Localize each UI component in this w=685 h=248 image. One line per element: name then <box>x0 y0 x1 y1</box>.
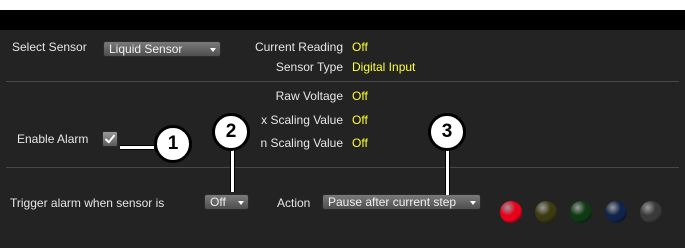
led-red-button[interactable] <box>500 201 522 223</box>
chevron-down-icon <box>470 201 476 205</box>
led-white-button[interactable] <box>640 201 662 223</box>
callout-2-connector <box>230 150 235 192</box>
n-scaling-value: Off <box>352 136 368 150</box>
callout-1-badge: 1 <box>154 125 192 163</box>
raw-voltage-label: Raw Voltage <box>275 89 343 103</box>
led-blue-button[interactable] <box>605 201 627 223</box>
divider <box>6 167 679 168</box>
current-reading-value: Off <box>352 40 368 54</box>
sensor-alarm-panel: Select Sensor Liquid Sensor Current Read… <box>0 10 685 248</box>
raw-voltage-value: Off <box>352 89 368 103</box>
panel-header-bar <box>0 10 685 30</box>
callout-2-badge: 2 <box>212 113 250 151</box>
action-label: Action <box>277 196 311 210</box>
chevron-down-icon <box>238 201 244 205</box>
sensor-type-label: Sensor Type <box>275 60 343 74</box>
callout-3-badge: 3 <box>428 113 466 151</box>
top-margin <box>0 0 685 10</box>
select-sensor-label: Select Sensor <box>12 40 87 54</box>
trigger-alarm-label: Trigger alarm when sensor is <box>10 196 165 210</box>
checkmark-icon <box>105 134 115 144</box>
sensor-select-dropdown[interactable]: Liquid Sensor <box>103 41 221 57</box>
callout-3-connector <box>445 150 450 195</box>
action-dropdown[interactable]: Pause after current step <box>322 194 481 210</box>
divider <box>6 81 679 82</box>
led-green-button[interactable] <box>570 201 592 223</box>
x-scaling-value: Off <box>352 113 368 127</box>
sensor-select-value: Liquid Sensor <box>109 42 183 56</box>
enable-alarm-checkbox[interactable] <box>102 131 118 147</box>
sensor-type-value: Digital Input <box>352 60 416 74</box>
current-reading-label: Current Reading <box>254 40 343 54</box>
trigger-state-dropdown[interactable]: Off <box>204 194 249 210</box>
enable-alarm-label: Enable Alarm <box>17 132 89 146</box>
callout-1-connector <box>120 145 154 150</box>
led-yellow-button[interactable] <box>535 201 557 223</box>
action-value: Pause after current step <box>328 195 457 209</box>
